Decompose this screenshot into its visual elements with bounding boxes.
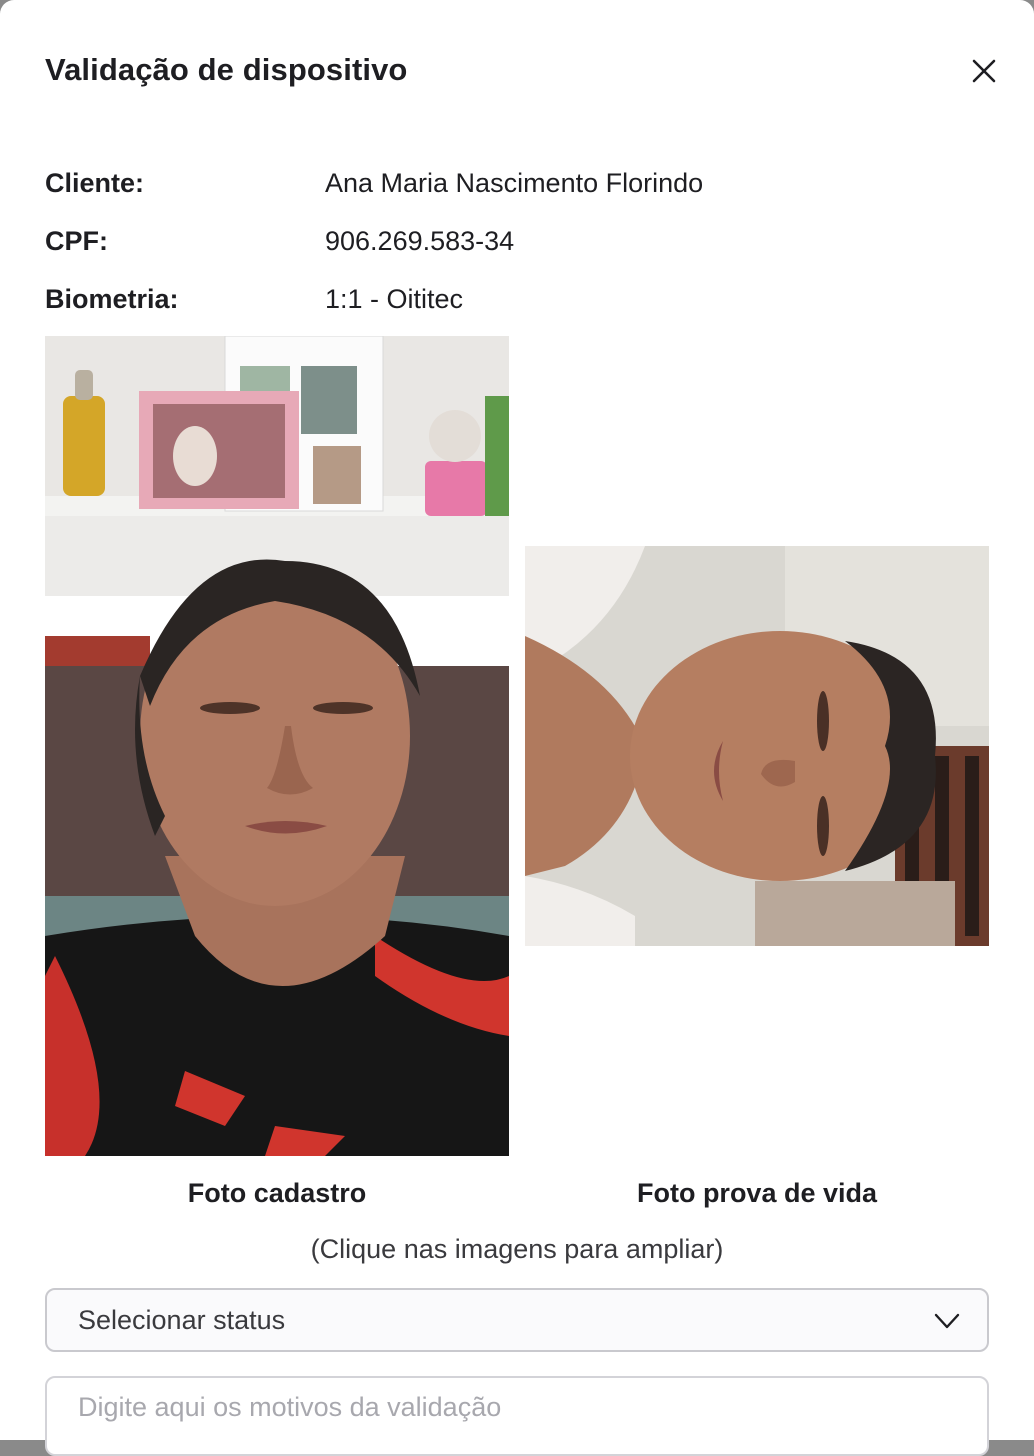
status-select[interactable]: Selecionar status <box>45 1288 989 1352</box>
validation-reasons-field[interactable] <box>45 1376 989 1456</box>
registration-photo[interactable] <box>45 336 509 1156</box>
close-button[interactable] <box>960 48 1008 96</box>
client-label: Cliente: <box>45 168 145 198</box>
enlarge-hint: (Clique nas imagens para ampliar) <box>310 1234 724 1264</box>
biometry-value: 1:1 - Oititec <box>325 284 464 314</box>
chevron-down-icon <box>934 1313 960 1329</box>
close-icon <box>972 59 996 83</box>
cpf-value: 906.269.583-34 <box>325 226 515 256</box>
biometry-label: Biometria: <box>45 284 179 314</box>
liveness-photo[interactable] <box>525 546 989 946</box>
client-value: Ana Maria Nascimento Florindo <box>325 168 704 198</box>
modal-title: Validação de dispositivo <box>45 52 408 87</box>
registration-photo-caption: Foto cadastro <box>187 1178 367 1208</box>
device-validation-modal: Validação de dispositivo Cliente: Ana Ma… <box>0 0 1034 1456</box>
liveness-photo-caption: Foto prova de vida <box>636 1178 878 1208</box>
status-select-value: Selecionar status <box>78 1305 286 1335</box>
cpf-label: CPF: <box>45 226 108 256</box>
